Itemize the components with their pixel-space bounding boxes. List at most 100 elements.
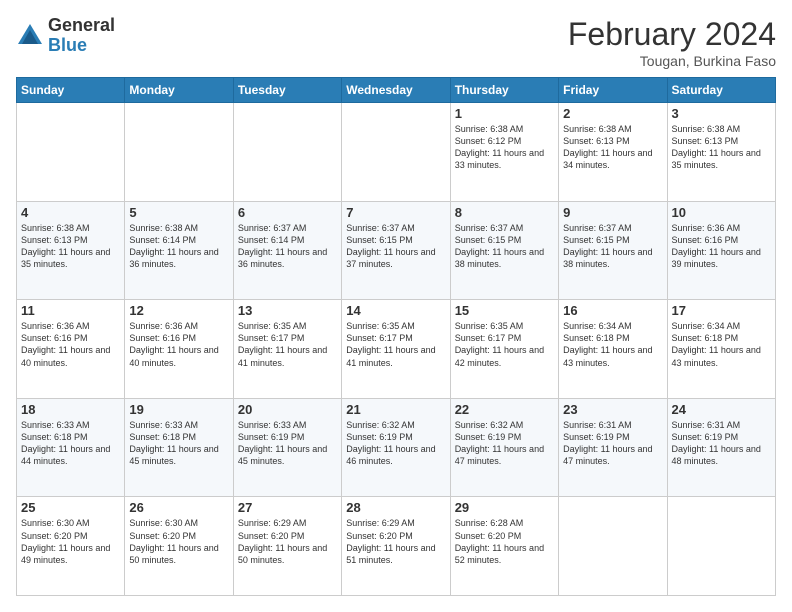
- calendar-table: SundayMondayTuesdayWednesdayThursdayFrid…: [16, 77, 776, 596]
- header: General Blue February 2024 Tougan, Burki…: [16, 16, 776, 69]
- day-info: Sunrise: 6:36 AM Sunset: 6:16 PM Dayligh…: [672, 222, 771, 271]
- day-number: 15: [455, 303, 554, 318]
- day-info: Sunrise: 6:37 AM Sunset: 6:14 PM Dayligh…: [238, 222, 337, 271]
- day-number: 21: [346, 402, 445, 417]
- calendar-cell: 18Sunrise: 6:33 AM Sunset: 6:18 PM Dayli…: [17, 398, 125, 497]
- logo-general-text: General: [48, 16, 115, 36]
- day-info: Sunrise: 6:31 AM Sunset: 6:19 PM Dayligh…: [672, 419, 771, 468]
- day-number: 9: [563, 205, 662, 220]
- calendar-cell: 21 Sunrise: 6:32 AM Sunset: 6:19 PM Dayli…: [342, 398, 450, 497]
- calendar-cell: 28Sunrise: 6:29 AM Sunset: 6:20 PM Dayli…: [342, 497, 450, 596]
- logo-text: General Blue: [48, 16, 115, 56]
- calendar-header-row: SundayMondayTuesdayWednesdayThursdayFrid…: [17, 78, 776, 103]
- day-number: 7: [346, 205, 445, 220]
- calendar-cell: [233, 103, 341, 202]
- day-info: Sunrise: 6:34 AM Sunset: 6:18 PM Dayligh…: [672, 320, 771, 369]
- calendar-cell: 23 Sunrise: 6:31 AM Sunset: 6:19 PM Dayli…: [559, 398, 667, 497]
- calendar-cell: 2 Sunrise: 6:38 AM Sunset: 6:13 PM Daylig…: [559, 103, 667, 202]
- calendar-cell: 3 Sunrise: 6:38 AM Sunset: 6:13 PM Daylig…: [667, 103, 775, 202]
- calendar-cell: 14 Sunrise: 6:35 AM Sunset: 6:17 PM Dayli…: [342, 300, 450, 399]
- day-number: 3: [672, 106, 771, 121]
- day-info: Sunrise: 6:36 AM Sunset: 6:16 PM Dayligh…: [129, 320, 228, 369]
- title-block: February 2024 Tougan, Burkina Faso: [568, 16, 776, 69]
- day-number: 17: [672, 303, 771, 318]
- day-number: 10: [672, 205, 771, 220]
- calendar-cell: 13Sunrise: 6:35 AM Sunset: 6:17 PM Dayli…: [233, 300, 341, 399]
- day-info: Sunrise: 6:37 AM Sunset: 6:15 PM Dayligh…: [563, 222, 662, 271]
- calendar-title: February 2024: [568, 16, 776, 53]
- day-info: Sunrise: 6:29 AM Sunset: 6:20 PM Dayligh…: [346, 517, 445, 566]
- calendar-cell: 15 Sunrise: 6:35 AM Sunset: 6:17 PM Dayli…: [450, 300, 558, 399]
- calendar-cell: 6 Sunrise: 6:37 AM Sunset: 6:14 PM Daylig…: [233, 201, 341, 300]
- day-info: Sunrise: 6:38 AM Sunset: 6:13 PM Dayligh…: [672, 123, 771, 172]
- calendar-cell: [559, 497, 667, 596]
- day-info: Sunrise: 6:30 AM Sunset: 6:20 PM Dayligh…: [129, 517, 228, 566]
- calendar-subtitle: Tougan, Burkina Faso: [568, 53, 776, 69]
- day-info: Sunrise: 6:33 AM Sunset: 6:19 PM Dayligh…: [238, 419, 337, 468]
- day-number: 12: [129, 303, 228, 318]
- calendar-cell: [667, 497, 775, 596]
- calendar-cell: 5Sunrise: 6:38 AM Sunset: 6:14 PM Daylig…: [125, 201, 233, 300]
- day-info: Sunrise: 6:32 AM Sunset: 6:19 PM Dayligh…: [455, 419, 554, 468]
- day-number: 29: [455, 500, 554, 515]
- calendar-header-monday: Monday: [125, 78, 233, 103]
- calendar-cell: 27Sunrise: 6:29 AM Sunset: 6:20 PM Dayli…: [233, 497, 341, 596]
- calendar-cell: 16Sunrise: 6:34 AM Sunset: 6:18 PM Dayli…: [559, 300, 667, 399]
- day-number: 19: [129, 402, 228, 417]
- calendar-cell: 1Sunrise: 6:38 AM Sunset: 6:12 PM Daylig…: [450, 103, 558, 202]
- day-number: 22: [455, 402, 554, 417]
- calendar-cell: 20 Sunrise: 6:33 AM Sunset: 6:19 PM Dayli…: [233, 398, 341, 497]
- calendar-cell: 17 Sunrise: 6:34 AM Sunset: 6:18 PM Dayli…: [667, 300, 775, 399]
- calendar-cell: 26 Sunrise: 6:30 AM Sunset: 6:20 PM Dayli…: [125, 497, 233, 596]
- day-number: 6: [238, 205, 337, 220]
- day-number: 11: [21, 303, 120, 318]
- day-info: Sunrise: 6:35 AM Sunset: 6:17 PM Dayligh…: [455, 320, 554, 369]
- day-number: 20: [238, 402, 337, 417]
- day-info: Sunrise: 6:30 AM Sunset: 6:20 PM Dayligh…: [21, 517, 120, 566]
- calendar-cell: [17, 103, 125, 202]
- day-info: Sunrise: 6:35 AM Sunset: 6:17 PM Dayligh…: [346, 320, 445, 369]
- day-info: Sunrise: 6:31 AM Sunset: 6:19 PM Dayligh…: [563, 419, 662, 468]
- logo-icon: [16, 22, 44, 50]
- calendar-cell: 7 Sunrise: 6:37 AM Sunset: 6:15 PM Daylig…: [342, 201, 450, 300]
- day-number: 23: [563, 402, 662, 417]
- calendar-cell: 12 Sunrise: 6:36 AM Sunset: 6:16 PM Dayli…: [125, 300, 233, 399]
- day-info: Sunrise: 6:32 AM Sunset: 6:19 PM Dayligh…: [346, 419, 445, 468]
- day-number: 27: [238, 500, 337, 515]
- day-number: 8: [455, 205, 554, 220]
- calendar-cell: 10 Sunrise: 6:36 AM Sunset: 6:16 PM Dayli…: [667, 201, 775, 300]
- day-info: Sunrise: 6:38 AM Sunset: 6:14 PM Dayligh…: [129, 222, 228, 271]
- calendar-cell: 25Sunrise: 6:30 AM Sunset: 6:20 PM Dayli…: [17, 497, 125, 596]
- day-info: Sunrise: 6:36 AM Sunset: 6:16 PM Dayligh…: [21, 320, 120, 369]
- day-info: Sunrise: 6:35 AM Sunset: 6:17 PM Dayligh…: [238, 320, 337, 369]
- calendar-week-row: 25Sunrise: 6:30 AM Sunset: 6:20 PM Dayli…: [17, 497, 776, 596]
- day-info: Sunrise: 6:37 AM Sunset: 6:15 PM Dayligh…: [455, 222, 554, 271]
- calendar-header-thursday: Thursday: [450, 78, 558, 103]
- day-number: 14: [346, 303, 445, 318]
- day-number: 2: [563, 106, 662, 121]
- calendar-header-friday: Friday: [559, 78, 667, 103]
- day-number: 26: [129, 500, 228, 515]
- day-info: Sunrise: 6:28 AM Sunset: 6:20 PM Dayligh…: [455, 517, 554, 566]
- day-number: 18: [21, 402, 120, 417]
- calendar-header-sunday: Sunday: [17, 78, 125, 103]
- day-info: Sunrise: 6:38 AM Sunset: 6:12 PM Dayligh…: [455, 123, 554, 172]
- calendar-cell: 4 Sunrise: 6:38 AM Sunset: 6:13 PM Daylig…: [17, 201, 125, 300]
- calendar-cell: 24Sunrise: 6:31 AM Sunset: 6:19 PM Dayli…: [667, 398, 775, 497]
- day-info: Sunrise: 6:38 AM Sunset: 6:13 PM Dayligh…: [563, 123, 662, 172]
- day-number: 4: [21, 205, 120, 220]
- day-info: Sunrise: 6:33 AM Sunset: 6:18 PM Dayligh…: [129, 419, 228, 468]
- page: General Blue February 2024 Tougan, Burki…: [0, 0, 792, 612]
- day-info: Sunrise: 6:38 AM Sunset: 6:13 PM Dayligh…: [21, 222, 120, 271]
- day-info: Sunrise: 6:37 AM Sunset: 6:15 PM Dayligh…: [346, 222, 445, 271]
- calendar-header-wednesday: Wednesday: [342, 78, 450, 103]
- calendar-cell: 9 Sunrise: 6:37 AM Sunset: 6:15 PM Daylig…: [559, 201, 667, 300]
- calendar-cell: 22 Sunrise: 6:32 AM Sunset: 6:19 PM Dayli…: [450, 398, 558, 497]
- calendar-cell: 29 Sunrise: 6:28 AM Sunset: 6:20 PM Dayli…: [450, 497, 558, 596]
- calendar-cell: 19 Sunrise: 6:33 AM Sunset: 6:18 PM Dayli…: [125, 398, 233, 497]
- calendar-cell: [125, 103, 233, 202]
- logo: General Blue: [16, 16, 115, 56]
- calendar-header-tuesday: Tuesday: [233, 78, 341, 103]
- calendar-week-row: 1Sunrise: 6:38 AM Sunset: 6:12 PM Daylig…: [17, 103, 776, 202]
- calendar-week-row: 18 Sunrise: 6:33 AM Sunset: 6:18 PM Dayli…: [17, 398, 776, 497]
